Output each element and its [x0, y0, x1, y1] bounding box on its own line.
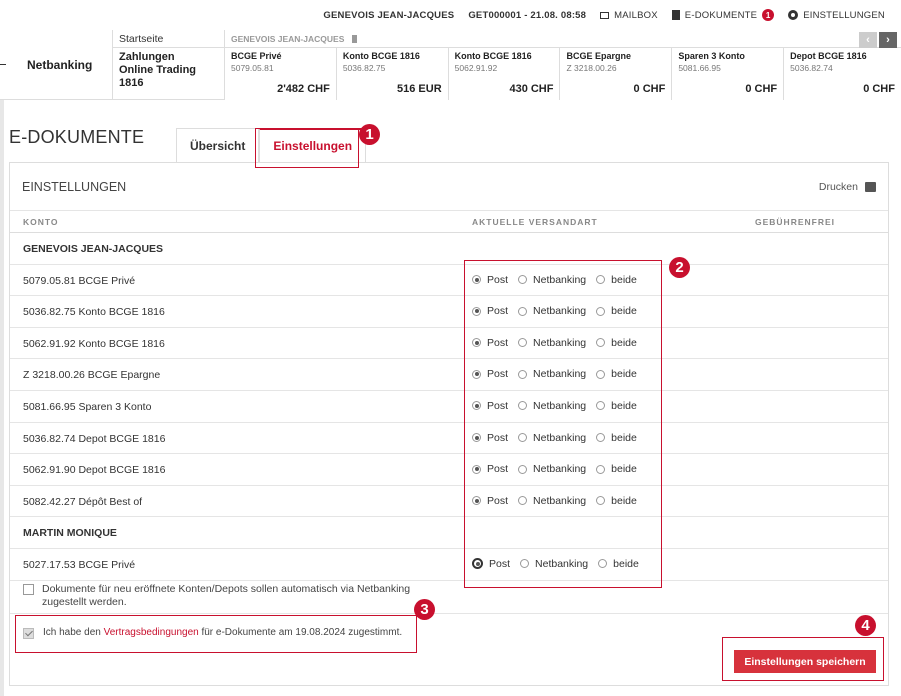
account-number: Z 3218.00.26: [566, 63, 617, 73]
account-label: 5081.66.95 Sparen 3 Konto: [23, 400, 152, 413]
account-number: 5079.05.81: [231, 63, 274, 73]
account-card[interactable]: BCGE Epargne Z 3218.00.26 0 CHF: [560, 48, 673, 100]
mail-icon: [600, 11, 610, 19]
edocs-link[interactable]: E-DOKUMENTE 1: [671, 9, 775, 21]
annotation-marker-2: 2: [669, 257, 690, 278]
divider: [10, 613, 888, 614]
mailbox-link[interactable]: MAILBOX: [600, 10, 658, 21]
account-number: 5081.66.95: [678, 63, 721, 73]
pin-icon[interactable]: [352, 34, 358, 43]
settings-panel: EINSTELLUNGEN Drucken KONTO AKTUELLE VER…: [9, 162, 889, 686]
col-versandart: AKTUELLE VERSANDART: [472, 217, 598, 227]
account-strip: Netbanking Startseite Zahlungen Online T…: [0, 30, 901, 100]
document-icon: [671, 10, 680, 20]
carousel-prev-button[interactable]: ‹: [859, 32, 877, 48]
auto-netbanking-checkbox[interactable]: [23, 584, 34, 595]
auto-netbanking-text-1: Dokumente für neu eröffnete Konten/Depot…: [42, 583, 411, 595]
settings-table-body: GENEVOIS JEAN-JACQUES 5079.05.81 BCGE Pri…: [10, 233, 888, 581]
account-label: 5079.05.81 BCGE Privé: [23, 274, 136, 287]
table-row: 5062.91.92 Konto BCGE 1816 Post Netbanking…: [10, 328, 888, 360]
page-title: E-DOKUMENTE: [9, 127, 145, 147]
account-card[interactable]: Konto BCGE 1816 5062.91.92 430 CHF: [448, 48, 561, 100]
account-balance: 0 CHF: [745, 83, 778, 95]
account-balance: 430 CHF: [509, 83, 554, 95]
accounts-owner: GENEVOIS JEAN-JACQUES: [231, 33, 345, 44]
edocs-count-badge: 1: [762, 9, 775, 21]
print-label: Drucken: [818, 180, 858, 193]
account-card[interactable]: Sparen 3 Konto 5081.66.95 0 CHF: [672, 48, 785, 100]
col-konto: KONTO: [23, 217, 59, 227]
table-row: Z 3218.00.26 BCGE Epargne Post Netbanking b…: [10, 359, 888, 391]
nav-home[interactable]: Startseite: [113, 30, 224, 48]
print-button[interactable]: Drucken: [819, 181, 876, 193]
main-nav: Startseite Zahlungen Online Trading 1816: [112, 30, 224, 100]
nav-payments[interactable]: Zahlungen: [119, 51, 218, 64]
gear-icon: [788, 10, 799, 20]
account-label: 5036.82.74 Depot BCGE 1816: [23, 432, 166, 445]
annotation-box-4: [722, 637, 884, 681]
accounts-carousel: GENEVOIS JEAN-JACQUES ‹ › BCGE Privé 5079…: [224, 30, 901, 100]
table-row: 5036.82.74 Depot BCGE 1816 Post Netbanking…: [10, 423, 888, 455]
account-name: Konto BCGE 1816: [454, 51, 532, 61]
account-name: BCGE Privé: [231, 51, 282, 61]
account-card[interactable]: Depot BCGE 1816 5036.82.74 0 CHF: [784, 48, 901, 100]
account-card[interactable]: BCGE Privé 5079.05.81 2'482 CHF: [225, 48, 337, 100]
annotation-box-3: [15, 615, 417, 653]
settings-link[interactable]: EINSTELLUNGEN: [788, 10, 885, 21]
account-label: 5062.91.90 Depot BCGE 1816: [23, 464, 166, 477]
account-label: 5082.42.27 Dépôt Best of: [23, 495, 143, 508]
account-name: Konto BCGE 1816: [342, 51, 420, 61]
col-gebuehrenfrei: GEBÜHRENFREI: [755, 217, 836, 227]
account-label: 5062.91.92 Konto BCGE 1816: [23, 337, 165, 350]
account-balance: 0 CHF: [863, 83, 895, 95]
table-row: 5027.17.53 BCGE Privé Post Netbanking beide: [10, 549, 888, 581]
owner-name: GENEVOIS JEAN-JACQUES: [23, 243, 164, 255]
owner-group-row: MARTIN MONIQUE: [10, 517, 888, 549]
user-name: GENEVOIS JEAN-JACQUES: [323, 9, 455, 21]
account-number: 5036.82.75: [342, 63, 386, 73]
account-card[interactable]: Konto BCGE 1816 5036.82.75 516 EUR: [336, 48, 449, 100]
edocs-label: E-DOKUMENTE: [684, 9, 758, 21]
account-number: 5036.82.74: [790, 63, 833, 73]
account-label: Z 3218.00.26 BCGE Epargne: [23, 369, 161, 382]
left-edge: [0, 100, 4, 696]
table-row: 5082.42.27 Dépôt Best of Post Netbanking be…: [10, 486, 888, 518]
owner-name: MARTIN MONIQUE: [23, 527, 117, 540]
account-balance: 516 EUR: [397, 83, 442, 95]
top-bar: GENEVOIS JEAN-JACQUES GET000001 - 21.08.…: [0, 0, 901, 30]
mailbox-label: MAILBOX: [614, 9, 658, 21]
account-label: 5027.17.53 BCGE Privé: [23, 558, 136, 571]
account-name: BCGE Epargne: [566, 51, 631, 61]
panel-heading: EINSTELLUNGEN: [22, 179, 127, 194]
printer-icon: [865, 181, 876, 192]
annotation-marker-4: 4: [855, 615, 876, 636]
annotation-marker-1: 1: [359, 124, 380, 145]
netbanking-logo[interactable]: Netbanking: [0, 30, 112, 100]
account-balance: 2'482 CHF: [277, 83, 330, 95]
carousel-next-button[interactable]: ›: [879, 32, 897, 48]
account-name: Depot BCGE 1816: [790, 51, 867, 61]
nav-online-trading[interactable]: Online Trading 1816: [119, 64, 218, 90]
auto-netbanking-text-2: zugestellt werden.: [42, 596, 127, 608]
account-balance: 0 CHF: [633, 83, 666, 95]
owner-group-row: GENEVOIS JEAN-JACQUES: [10, 233, 888, 265]
table-row: 5079.05.81 BCGE Privé Post Netbanking beide: [10, 265, 888, 297]
account-label: 5036.82.75 Konto BCGE 1816: [23, 306, 165, 319]
annotation-box-1: [255, 128, 359, 168]
account-name: Sparen 3 Konto: [678, 51, 745, 61]
table-row: 5062.91.90 Depot BCGE 1816 Post Netbanking…: [10, 454, 888, 486]
session-info: GET000001 - 21.08. 08:58: [468, 9, 587, 21]
account-number: 5062.91.92: [454, 63, 498, 73]
table-row: 5036.82.75 Konto BCGE 1816 Post Netbanking…: [10, 296, 888, 328]
table-row: 5081.66.95 Sparen 3 Konto Post Netbanking b…: [10, 391, 888, 423]
annotation-box-2: [464, 260, 662, 588]
tab-overview[interactable]: Übersicht: [176, 128, 260, 162]
settings-label: EINSTELLUNGEN: [803, 9, 885, 21]
table-header: KONTO AKTUELLE VERSANDART GEBÜHRENFREI: [10, 211, 888, 233]
auto-netbanking-option[interactable]: Dokumente für neu eröffnete Konten/Depot…: [23, 583, 410, 609]
annotation-marker-3: 3: [414, 599, 435, 620]
